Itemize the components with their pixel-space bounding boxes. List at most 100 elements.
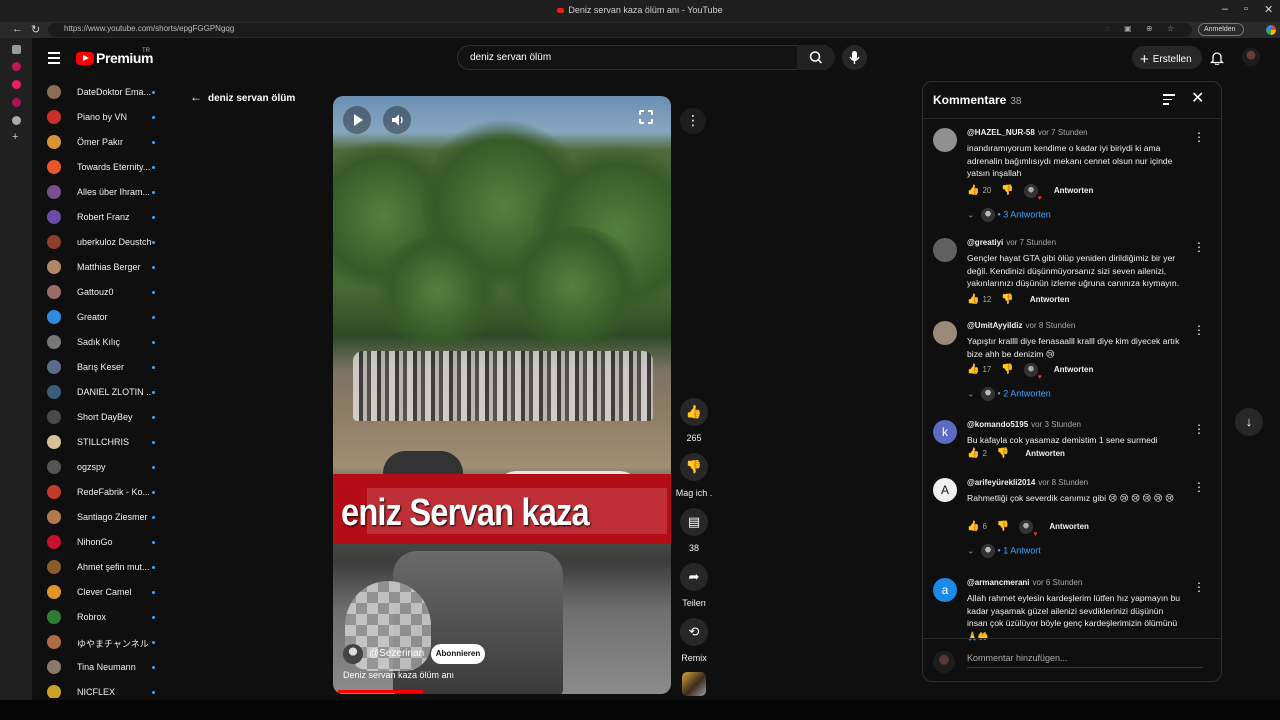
comment-dislike-icon[interactable]: 👎 [997,448,1009,459]
comment-author[interactable]: @UmitAyyildiz [967,321,1023,330]
reply-button[interactable]: Antworten [1025,449,1065,458]
sidebar-subscription-item[interactable]: Clever Camel [44,585,194,605]
comment-author[interactable]: @greatiyi [967,238,1003,247]
sidebar-subscription-item[interactable]: Short DayBey [44,410,194,430]
sidebar-subscription-item[interactable]: Robrox [44,610,194,630]
scroll-down-button[interactable]: ↓ [1235,408,1263,436]
voice-search-button[interactable] [842,45,867,70]
subscribe-button[interactable]: Abonnieren [431,644,485,664]
comment-dislike-icon[interactable]: 👎 [1001,294,1013,305]
sidebar-subscription-item[interactable]: Tina Neumann [44,660,194,680]
comment-like-icon[interactable]: 👍 [967,294,979,305]
sidebar-subscription-item[interactable]: STILLCHRIS [44,435,194,455]
close-window-icon[interactable]: ✕ [1264,3,1273,16]
fullscreen-icon[interactable] [639,110,653,124]
sidebar-subscription-item[interactable]: DateDoktor Ema... [44,85,194,105]
sidebar-subscription-item[interactable]: NihonGo [44,535,194,555]
comment-time[interactable]: vor 7 Stunden [1038,128,1088,137]
back-arrow-icon[interactable]: ← [12,23,23,35]
sidebar-subscription-item[interactable]: Ahmet şefin mut... [44,560,194,580]
search-input[interactable]: deniz servan ölüm ✕ [457,45,827,70]
comment-menu-icon[interactable]: ⋮ [1193,130,1205,144]
create-button[interactable]: + Erstellen [1132,46,1202,69]
tab-favicon-icon[interactable] [12,98,21,107]
comment-avatar[interactable]: k [933,420,957,444]
sound-thumbnail[interactable] [682,672,706,696]
dislike-button[interactable]: 👎 Mag ich . [674,453,714,498]
account-avatar[interactable] [1242,48,1260,66]
comment-menu-icon[interactable]: ⋮ [1193,480,1205,494]
reply-button[interactable]: Antworten [1030,295,1070,304]
more-options-icon[interactable]: ⋮ [680,108,706,134]
comment-dislike-icon[interactable]: 👎 [1001,185,1013,196]
comment-author[interactable]: @komando5195 [967,420,1028,429]
chrome-icon[interactable] [1266,25,1276,35]
reply-button[interactable]: Antworten [1049,522,1089,531]
search-button[interactable] [797,45,835,70]
menu-icon[interactable] [48,52,60,67]
close-icon[interactable]: ✕ [1191,88,1204,108]
comment-time[interactable]: vor 7 Stunden [1006,238,1056,247]
comment-menu-icon[interactable]: ⋮ [1193,240,1205,254]
sidebar-subscription-item[interactable]: Greator [44,310,194,330]
sidebar-subscription-item[interactable]: ゆやまチャンネル [44,635,194,655]
video-title[interactable]: Deniz servan kaza ölüm anı [343,670,454,680]
view-replies-button[interactable]: ⌄ • 1 Antwort [967,544,1041,558]
sort-icon[interactable] [1163,94,1175,108]
comment-author[interactable]: @HAZEL_NUR-58 [967,128,1035,137]
comment-author[interactable]: @armancmerani [967,578,1030,587]
comment-avatar[interactable]: a [933,578,957,602]
reply-button[interactable]: Antworten [1054,186,1094,195]
sidebar-subscription-item[interactable]: Sadık Kılıç [44,335,194,355]
sidebar-subscription-item[interactable]: Towards Eternity... [44,160,194,180]
notifications-button[interactable] [1209,50,1225,68]
comment-like-icon[interactable]: 👍 [967,521,979,532]
tab-favicon-icon[interactable] [12,62,21,71]
comment-time[interactable]: vor 8 Stunden [1026,321,1076,330]
comment-time[interactable]: vor 8 Stunden [1038,478,1088,487]
comment-menu-icon[interactable]: ⋮ [1193,422,1205,436]
comment-dislike-icon[interactable]: 👎 [997,521,1009,532]
view-replies-button[interactable]: ⌄ • 2 Antworten [967,387,1051,401]
play-button[interactable] [343,106,371,134]
comment-dislike-icon[interactable]: 👎 [1001,364,1013,375]
comment-like-icon[interactable]: 👍 [967,364,979,375]
share-button[interactable]: ➦ Teilen [674,563,714,608]
channel-avatar[interactable] [343,644,363,664]
channel-name[interactable]: @Sezerinan [369,648,424,659]
sidebar-subscription-item[interactable]: Matthias Berger [44,260,194,280]
comment-time[interactable]: vor 6 Stunden [1033,578,1083,587]
tab-favicon-icon[interactable] [12,80,21,89]
comment-avatar[interactable] [933,321,957,345]
login-button[interactable]: Anmelden [1198,23,1244,36]
add-tab-icon[interactable]: + [12,132,21,143]
maximize-icon[interactable]: ▫ [1244,3,1248,15]
volume-button[interactable] [383,106,411,134]
comment-menu-icon[interactable]: ⋮ [1193,323,1205,337]
comment-time[interactable]: vor 3 Stunden [1031,420,1081,429]
sidebar-subscription-item[interactable]: Gattouz0 [44,285,194,305]
comment-avatar[interactable] [933,128,957,152]
comment-avatar[interactable]: A [933,478,957,502]
sidebar-subscription-item[interactable]: DANIEL ZLOTIN ... [44,385,194,405]
back-to-search-button[interactable]: ← deniz servan ölüm [190,90,295,104]
sidebar-subscription-item[interactable] [44,78,194,80]
view-replies-button[interactable]: ⌄ • 3 Antworten [967,208,1051,222]
minimize-icon[interactable]: – [1222,3,1228,15]
reply-button[interactable]: Antworten [1054,365,1094,374]
comment-avatar[interactable] [933,238,957,262]
tabs-icon[interactable] [12,45,21,54]
sidebar-subscription-item[interactable]: NICFLEX [44,685,194,698]
comments-button[interactable]: ▤ 38 [674,508,714,553]
like-button[interactable]: 👍 265 [674,398,714,443]
sidebar-subscription-item[interactable]: Robert Franz [44,210,194,230]
sidebar-subscription-item[interactable]: RedeFabrik - Ko... [44,485,194,505]
remix-button[interactable]: ⟲ Remix [674,618,714,663]
sidebar-subscription-item[interactable]: ogzspy [44,460,194,480]
reload-icon[interactable]: ↻ [31,23,40,36]
comment-menu-icon[interactable]: ⋮ [1193,580,1205,594]
comment-like-icon[interactable]: 👍 [967,185,979,196]
short-video-player[interactable]: eniz Servan kaza @Sezerinan Abonnieren D… [333,96,671,694]
address-bar-icons[interactable]: ◌ ▣ ⊕ ☆ [1105,24,1180,33]
address-bar[interactable]: https://www.youtube.com/shorts/epgFGGPNg… [48,23,1192,37]
